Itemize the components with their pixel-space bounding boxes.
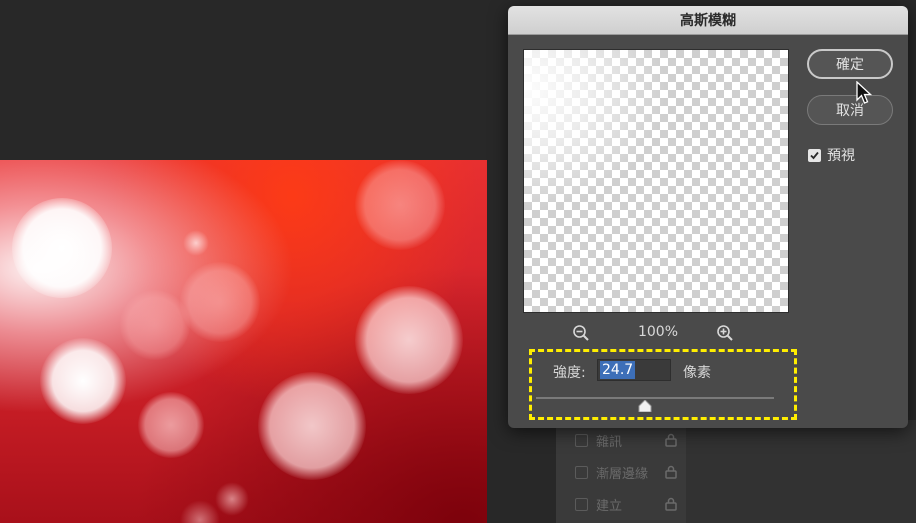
lock-row[interactable]: 漸層邊緣 <box>575 462 678 482</box>
dialog-title: 高斯模糊 <box>680 13 736 29</box>
checkmark-icon <box>810 151 819 159</box>
lock-row[interactable]: 雜訊 <box>575 430 678 450</box>
bokeh-circle <box>40 338 126 424</box>
preview-area[interactable] <box>523 49 789 313</box>
cancel-button[interactable]: 取消 <box>807 95 893 125</box>
bokeh-circle <box>180 500 220 523</box>
zoom-out-icon[interactable] <box>572 324 590 342</box>
zoom-in-icon[interactable] <box>716 324 734 342</box>
preview-label: 預視 <box>827 148 855 164</box>
bokeh-circle <box>12 198 112 298</box>
lock-checkbox[interactable] <box>575 465 588 479</box>
preview-image <box>524 50 788 312</box>
lock-checkbox[interactable] <box>575 433 588 447</box>
layers-panel-extension <box>686 420 916 523</box>
preview-toggle[interactable]: 預視 <box>808 145 855 165</box>
bokeh-circle <box>258 372 366 480</box>
bokeh-circle <box>355 160 445 250</box>
preview-checkbox[interactable] <box>808 148 821 162</box>
bokeh-circle <box>138 392 204 458</box>
lock-row-label: 雜訊 <box>596 434 623 450</box>
bokeh-circle <box>183 230 209 256</box>
lock-icon <box>665 497 677 511</box>
bokeh-circle <box>215 482 249 516</box>
zoom-controls: 100% <box>523 322 787 344</box>
bokeh-circle <box>355 286 463 394</box>
bokeh-circle <box>180 262 260 342</box>
mouse-pointer-icon <box>856 81 872 104</box>
dialog-titlebar[interactable]: 高斯模糊 <box>508 6 908 35</box>
lock-row-label: 建立 <box>596 498 623 514</box>
zoom-level: 100% <box>637 324 679 340</box>
lock-row-label: 漸層邊緣 <box>596 466 649 482</box>
lock-checkbox[interactable] <box>575 497 588 511</box>
ok-button[interactable]: 確定 <box>807 49 893 79</box>
bokeh-circle <box>120 290 190 360</box>
highlight-annotation <box>529 349 797 420</box>
lock-icon <box>665 433 677 447</box>
workspace-background: 雜訊 漸層邊緣 建立 高斯模糊 100% 確定 取消 預視 強度: 24.7 像… <box>0 0 916 523</box>
lock-icon <box>665 465 677 479</box>
canvas-image[interactable] <box>0 160 487 523</box>
lock-row[interactable]: 建立 <box>575 494 678 514</box>
